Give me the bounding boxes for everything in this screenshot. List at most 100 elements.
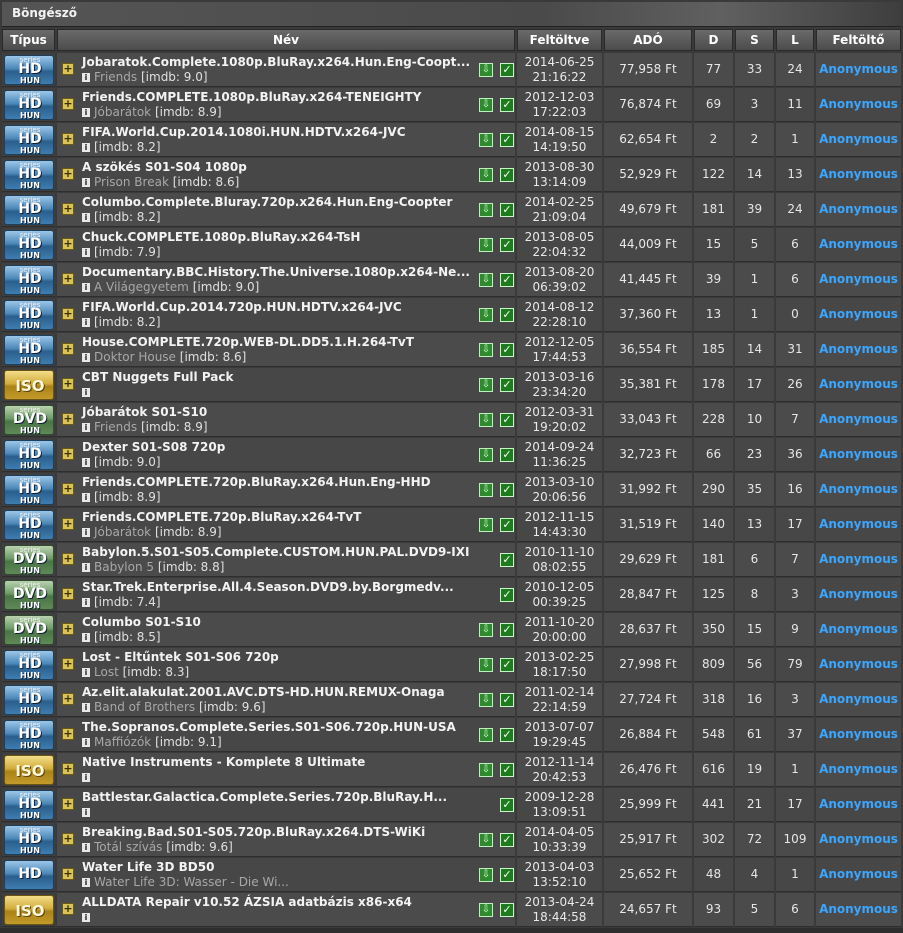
info-icon[interactable]: i: [82, 178, 90, 187]
uploader-link[interactable]: Anonymous: [816, 473, 901, 507]
torrent-name-link[interactable]: Water Life 3D BD50: [82, 860, 214, 874]
expand-plus-icon[interactable]: +: [62, 63, 74, 75]
col-header-d[interactable]: D: [694, 29, 733, 51]
info-icon[interactable]: i: [82, 458, 90, 467]
uploader-link[interactable]: Anonymous: [816, 578, 901, 612]
info-icon[interactable]: i: [82, 878, 90, 887]
expand-plus-icon[interactable]: +: [62, 833, 74, 845]
expand-plus-icon[interactable]: +: [62, 308, 74, 320]
download-icon[interactable]: ⇩: [479, 868, 493, 882]
category-badge-icon[interactable]: series DVD HUN: [4, 405, 54, 435]
info-icon[interactable]: i: [82, 703, 90, 712]
expand-plus-icon[interactable]: +: [62, 728, 74, 740]
table-row[interactable]: series HD HUN + Friends.COMPLETE.720p.BluRay…: [0, 508, 903, 543]
expand-plus-icon[interactable]: +: [62, 133, 74, 145]
type-cell[interactable]: HD: [2, 858, 55, 892]
category-badge-icon[interactable]: series DVD HUN: [4, 615, 54, 645]
category-badge-icon[interactable]: series HD HUN: [4, 55, 54, 85]
category-badge-icon[interactable]: ISO: [4, 895, 54, 925]
expand-plus-icon[interactable]: +: [62, 623, 74, 635]
download-icon[interactable]: ⇩: [479, 378, 493, 392]
uploader-link[interactable]: Anonymous: [816, 788, 901, 822]
type-cell[interactable]: series HD HUN: [2, 473, 55, 507]
category-badge-icon[interactable]: series HD HUN: [4, 685, 54, 715]
col-header-name[interactable]: Név: [57, 29, 515, 51]
info-icon[interactable]: i: [82, 423, 90, 432]
type-cell[interactable]: series HD HUN: [2, 193, 55, 227]
info-icon[interactable]: i: [82, 353, 90, 362]
torrent-name-link[interactable]: Documentary.BBC.History.The.Universe.108…: [82, 265, 470, 279]
category-badge-icon[interactable]: ISO: [4, 755, 54, 785]
type-cell[interactable]: series HD HUN: [2, 648, 55, 682]
download-icon[interactable]: ⇩: [479, 623, 493, 637]
torrent-name-link[interactable]: Chuck.COMPLETE.1080p.BluRay.x264-TsH: [82, 230, 360, 244]
category-badge-icon[interactable]: series HD HUN: [4, 195, 54, 225]
download-icon[interactable]: ⇩: [479, 308, 493, 322]
type-cell[interactable]: ISO: [2, 893, 55, 927]
download-icon[interactable]: ⇩: [479, 833, 493, 847]
info-icon[interactable]: i: [82, 913, 90, 922]
torrent-name-link[interactable]: Lost - Eltűntek S01-S06 720p: [82, 650, 279, 664]
uploader-link[interactable]: Anonymous: [816, 508, 901, 542]
download-icon[interactable]: ⇩: [479, 203, 493, 217]
download-icon[interactable]: ⇩: [479, 238, 493, 252]
table-row[interactable]: series HD HUN + House.COMPLETE.720p.WEB-DL.D…: [0, 333, 903, 368]
uploader-link[interactable]: Anonymous: [816, 893, 901, 927]
expand-plus-icon[interactable]: +: [62, 798, 74, 810]
type-cell[interactable]: series HD HUN: [2, 718, 55, 752]
expand-plus-icon[interactable]: +: [62, 553, 74, 565]
info-icon[interactable]: i: [82, 808, 90, 817]
table-row[interactable]: series HD HUN + A szökés S01-S04 1080p i Priso…: [0, 158, 903, 193]
info-icon[interactable]: i: [82, 598, 90, 607]
torrent-name-link[interactable]: Jóbarátok S01-S10: [82, 405, 207, 419]
expand-plus-icon[interactable]: +: [62, 693, 74, 705]
uploader-link[interactable]: Anonymous: [816, 823, 901, 857]
category-badge-icon[interactable]: HD: [4, 860, 54, 890]
table-row[interactable]: series HD HUN + FIFA.World.Cup.2014.720p.HUN…: [0, 298, 903, 333]
info-icon[interactable]: i: [82, 143, 90, 152]
type-cell[interactable]: series HD HUN: [2, 123, 55, 157]
type-cell[interactable]: series HD HUN: [2, 508, 55, 542]
table-row[interactable]: ISO + Native Instruments - Komplete 8 Ulti…: [0, 753, 903, 788]
uploader-link[interactable]: Anonymous: [816, 88, 901, 122]
type-cell[interactable]: ISO: [2, 368, 55, 402]
col-header-l[interactable]: L: [776, 29, 814, 51]
type-cell[interactable]: series DVD HUN: [2, 613, 55, 647]
torrent-name-link[interactable]: Friends.COMPLETE.720p.BluRay.x264-TvT: [82, 510, 361, 524]
torrent-name-link[interactable]: Dexter S01-S08 720p: [82, 440, 225, 454]
table-row[interactable]: series HD HUN + Lost - Eltűntek S01-S06 720p…: [0, 648, 903, 683]
download-icon[interactable]: ⇩: [479, 483, 493, 497]
category-badge-icon[interactable]: series HD HUN: [4, 440, 54, 470]
table-row[interactable]: series HD HUN + FIFA.World.Cup.2014.1080i.HU…: [0, 123, 903, 158]
download-icon[interactable]: ⇩: [479, 63, 493, 77]
expand-plus-icon[interactable]: +: [62, 273, 74, 285]
info-icon[interactable]: i: [82, 283, 90, 292]
type-cell[interactable]: series HD HUN: [2, 823, 55, 857]
category-badge-icon[interactable]: series HD HUN: [4, 300, 54, 330]
info-icon[interactable]: i: [82, 668, 90, 677]
torrent-name-link[interactable]: FIFA.World.Cup.2014.720p.HUN.HDTV.x264-J…: [82, 300, 402, 314]
table-row[interactable]: series HD HUN + Jobaratok.Complete.1080p.Blu…: [0, 53, 903, 88]
uploader-link[interactable]: Anonymous: [816, 193, 901, 227]
table-row[interactable]: series HD HUN + Friends.COMPLETE.1080p.BluRa…: [0, 88, 903, 123]
download-icon[interactable]: ⇩: [479, 728, 493, 742]
type-cell[interactable]: ISO: [2, 753, 55, 787]
info-icon[interactable]: i: [82, 318, 90, 327]
col-header-uploader[interactable]: Feltöltő: [816, 29, 901, 51]
table-row[interactable]: series HD HUN + Columbo.Complete.Bluray.720p…: [0, 193, 903, 228]
table-row[interactable]: HD + Water Life 3D BD50 i Water Life 3D: Was…: [0, 858, 903, 893]
uploader-link[interactable]: Anonymous: [816, 543, 901, 577]
uploader-link[interactable]: Anonymous: [816, 613, 901, 647]
category-badge-icon[interactable]: series HD HUN: [4, 125, 54, 155]
info-icon[interactable]: i: [82, 248, 90, 257]
expand-plus-icon[interactable]: +: [62, 903, 74, 915]
category-badge-icon[interactable]: series HD HUN: [4, 510, 54, 540]
uploader-link[interactable]: Anonymous: [816, 683, 901, 717]
expand-plus-icon[interactable]: +: [62, 868, 74, 880]
category-badge-icon[interactable]: series DVD HUN: [4, 545, 54, 575]
table-row[interactable]: series DVD HUN + Jóbarátok S01-S10 i Friends […: [0, 403, 903, 438]
category-badge-icon[interactable]: series HD HUN: [4, 335, 54, 365]
type-cell[interactable]: series HD HUN: [2, 158, 55, 192]
uploader-link[interactable]: Anonymous: [816, 753, 901, 787]
torrent-name-link[interactable]: ALLDATA Repair v10.52 ÁZSIA adatbázis x8…: [82, 895, 412, 909]
